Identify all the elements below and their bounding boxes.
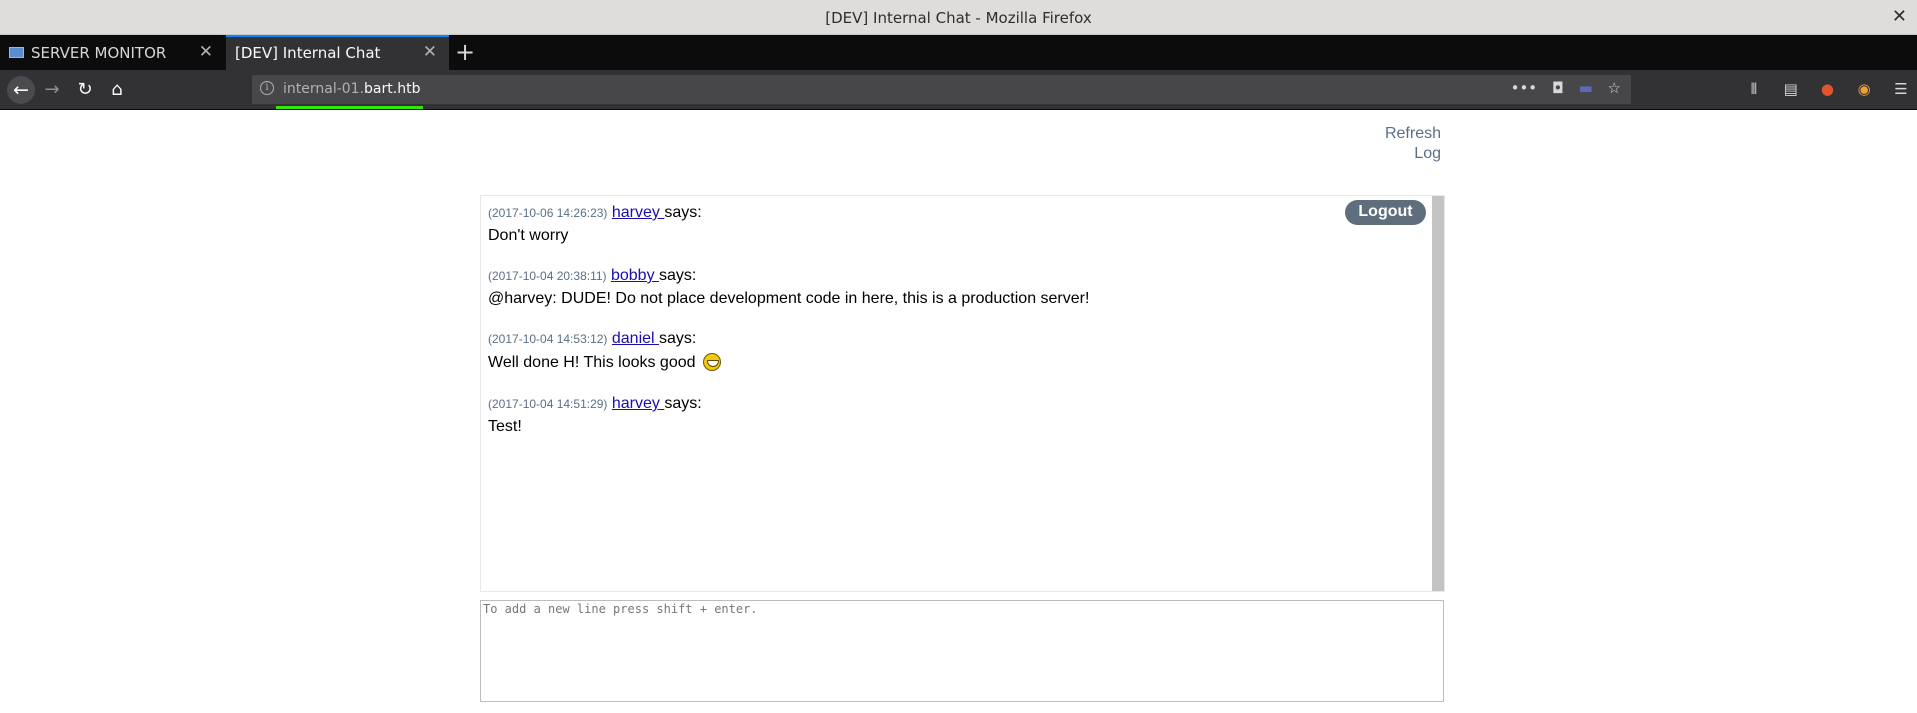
message-says: says: (659, 267, 697, 284)
library-icon[interactable]: ⫴ (1738, 80, 1770, 98)
site-info-icon[interactable]: i (260, 81, 274, 95)
chat-messages-panel: Logout (2017-10-06 14:26:23) harvey says… (480, 195, 1445, 592)
message-timestamp: (2017-10-04 14:53:12) (488, 332, 608, 346)
grinning-smiley-icon (702, 353, 721, 371)
page-load-progress (276, 106, 423, 109)
message-user-link[interactable]: harvey (612, 204, 664, 221)
window-title: [DEV] Internal Chat - Mozilla Firefox (825, 9, 1092, 27)
bookmark-star-icon[interactable]: ☆ (1608, 79, 1621, 97)
message-line: Well done H! This looks good (488, 353, 721, 372)
tab-close-icon[interactable]: ✕ (423, 42, 437, 62)
message-text: Test! (488, 418, 522, 435)
window-close-icon[interactable]: ✕ (1892, 6, 1907, 27)
extension-icon[interactable]: ● (1811, 80, 1843, 98)
address-bar[interactable]: i internal-01.bart.htb ••• ◘ ▬ ☆ (252, 75, 1631, 104)
message-user-link[interactable]: daniel (612, 330, 659, 347)
logout-button[interactable]: Logout (1345, 200, 1426, 225)
message-says: says: (664, 395, 702, 412)
message-header: (2017-10-06 14:26:23) harvey says: (488, 204, 702, 222)
chat-message: (2017-10-04 20:38:11) bobby says: @harve… (488, 267, 1089, 308)
url-subdomain: internal-01. (283, 81, 365, 97)
chat-message: (2017-10-04 14:51:29) harvey says: Test! (488, 395, 702, 436)
refresh-link[interactable]: Refresh (1385, 124, 1441, 144)
navigation-toolbar: ← → ↻ ⌂ i internal-01.bart.htb ••• ◘ ▬ ☆… (0, 70, 1917, 110)
pocket-icon[interactable]: ◘ (1552, 79, 1564, 97)
toolbar-right-icons: ⫴ ▤ ● ◉ ☰ (1738, 80, 1917, 98)
extension-icon-2[interactable]: ◉ (1848, 80, 1880, 98)
message-input[interactable] (481, 601, 1443, 701)
page-favicon-icon (9, 47, 24, 58)
tab-strip: SERVER MONITOR ✕ [DEV] Internal Chat ✕ + (0, 35, 1917, 70)
chat-message: (2017-10-04 14:53:12) daniel says: Well … (488, 330, 721, 372)
tab-server-monitor[interactable]: SERVER MONITOR ✕ (0, 35, 225, 70)
log-link[interactable]: Log (1385, 144, 1441, 164)
message-timestamp: (2017-10-04 20:38:11) (488, 269, 607, 283)
message-timestamp: (2017-10-04 14:51:29) (488, 397, 608, 411)
message-user-link[interactable]: harvey (612, 395, 664, 412)
tab-label: SERVER MONITOR (31, 44, 167, 62)
sidebar-icon[interactable]: ▤ (1775, 80, 1807, 98)
message-says: says: (659, 330, 697, 347)
new-tab-icon[interactable]: + (455, 38, 475, 66)
page-content: Refresh Log Logout (2017-10-06 14:26:23)… (0, 110, 1917, 713)
message-timestamp: (2017-10-06 14:26:23) (488, 206, 608, 220)
tab-label: [DEV] Internal Chat (235, 44, 381, 62)
message-user-link[interactable]: bobby (611, 267, 659, 284)
reader-view-icon[interactable]: ▬ (1579, 79, 1593, 97)
window-titlebar: [DEV] Internal Chat - Mozilla Firefox ✕ (0, 0, 1917, 35)
back-arrow-icon[interactable]: ← (7, 76, 35, 104)
forward-arrow-icon[interactable]: → (40, 78, 64, 102)
message-header: (2017-10-04 20:38:11) bobby says: (488, 267, 1089, 285)
tab-internal-chat[interactable]: [DEV] Internal Chat ✕ (226, 35, 449, 70)
message-text: Well done H! This looks good (488, 354, 696, 371)
home-icon[interactable]: ⌂ (105, 78, 129, 102)
chat-message: (2017-10-06 14:26:23) harvey says: Don't… (488, 204, 702, 245)
menu-hamburger-icon[interactable]: ☰ (1885, 80, 1917, 98)
top-links: Refresh Log (1385, 124, 1441, 164)
address-bar-actions: ••• ◘ ▬ ☆ (1501, 79, 1621, 97)
message-says: says: (664, 204, 702, 221)
reload-icon[interactable]: ↻ (73, 78, 97, 102)
tab-close-icon[interactable]: ✕ (199, 42, 213, 62)
page-actions-icon[interactable]: ••• (1511, 79, 1538, 97)
chat-scrollbar[interactable] (1432, 196, 1444, 591)
message-text: Don't worry (488, 227, 569, 244)
message-header: (2017-10-04 14:53:12) daniel says: (488, 330, 721, 348)
url-domain: bart.htb (364, 81, 421, 97)
message-input-box (480, 600, 1444, 702)
url-text[interactable]: internal-01.bart.htb (283, 81, 420, 97)
message-text: @harvey: DUDE! Do not place development … (488, 290, 1090, 307)
message-header: (2017-10-04 14:51:29) harvey says: (488, 395, 702, 413)
